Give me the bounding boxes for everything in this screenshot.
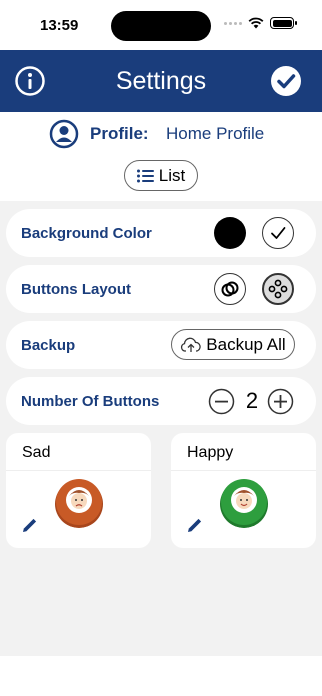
status-icons (224, 17, 297, 29)
link-rings-icon (221, 281, 239, 297)
button-card-happy[interactable]: Happy (171, 433, 316, 548)
backup-all-label: Backup All (206, 334, 286, 354)
number-of-buttons-row: Number Of Buttons 2 (6, 377, 316, 425)
wifi-icon (248, 17, 264, 29)
battery-icon (270, 17, 297, 29)
layout-grid-button[interactable] (262, 273, 294, 305)
button-count-value: 2 (245, 388, 259, 413)
list-icon (136, 169, 154, 182)
button-card-title: Happy (187, 444, 234, 461)
background-color-row: Background Color (6, 209, 316, 257)
buttons-layout-row: Buttons Layout (6, 265, 316, 313)
card-divider (171, 470, 316, 471)
navigation-header: Settings (0, 50, 322, 112)
layout-linked-button[interactable] (214, 273, 246, 305)
backup-row: Backup Backup All (6, 321, 316, 369)
background-color-label: Background Color (21, 225, 152, 242)
status-bar: 13:59 (0, 0, 322, 50)
edit-pencil-icon[interactable] (21, 516, 39, 534)
background-color-swatch[interactable] (214, 217, 246, 249)
happy-face-button-icon[interactable] (219, 478, 269, 528)
profile-row[interactable]: Profile: Home Profile (0, 118, 322, 150)
profile-avatar-icon (49, 119, 79, 149)
cellular-signal-icon (224, 17, 242, 29)
edit-pencil-icon[interactable] (186, 516, 204, 534)
decrement-button[interactable] (208, 388, 235, 415)
cloud-upload-icon (181, 337, 201, 352)
home-indicator-area (0, 656, 322, 696)
checkmark-icon (271, 227, 286, 239)
profile-label: Profile: (90, 124, 149, 143)
card-divider (6, 470, 151, 471)
dynamic-island (111, 11, 211, 41)
list-view-button[interactable]: List (124, 160, 198, 191)
confirm-check-icon[interactable] (270, 65, 302, 97)
grid-dots-icon (268, 279, 288, 299)
list-view-label: List (158, 165, 186, 185)
apply-color-button[interactable] (262, 217, 294, 249)
buttons-layout-label: Buttons Layout (21, 281, 131, 298)
button-card-title: Sad (22, 444, 51, 461)
backup-label: Backup (21, 337, 76, 354)
sad-face-button-icon[interactable] (54, 478, 104, 528)
profile-name[interactable]: Home Profile (166, 124, 264, 144)
backup-all-button[interactable]: Backup All (171, 329, 295, 360)
button-card-sad[interactable]: Sad (6, 433, 151, 548)
number-of-buttons-label: Number Of Buttons (21, 393, 160, 410)
status-time: 13:59 (40, 17, 79, 34)
increment-button[interactable] (267, 388, 294, 415)
